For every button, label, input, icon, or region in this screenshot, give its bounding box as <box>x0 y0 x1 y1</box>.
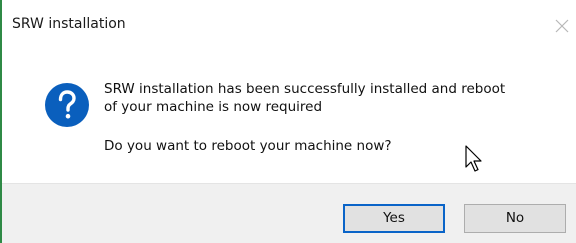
question-text: Do you want to reboot your machine now? <box>104 138 392 154</box>
message-line-1: SRW installation has been successfully i… <box>104 81 506 97</box>
yes-button[interactable]: Yes <box>343 204 445 233</box>
close-button[interactable] <box>554 12 576 40</box>
question-icon <box>44 82 90 128</box>
mouse-cursor-icon <box>465 145 485 175</box>
window-title: SRW installation <box>12 16 126 32</box>
no-button[interactable]: No <box>464 204 566 233</box>
button-bar: Yes No <box>2 183 576 243</box>
message-dialog: SRW installation SRW installation has be… <box>0 0 576 243</box>
message-line-2: of your machine is now required <box>104 99 323 115</box>
dialog-content: SRW installation has been successfully i… <box>2 52 576 183</box>
title-bar: SRW installation <box>2 0 576 52</box>
